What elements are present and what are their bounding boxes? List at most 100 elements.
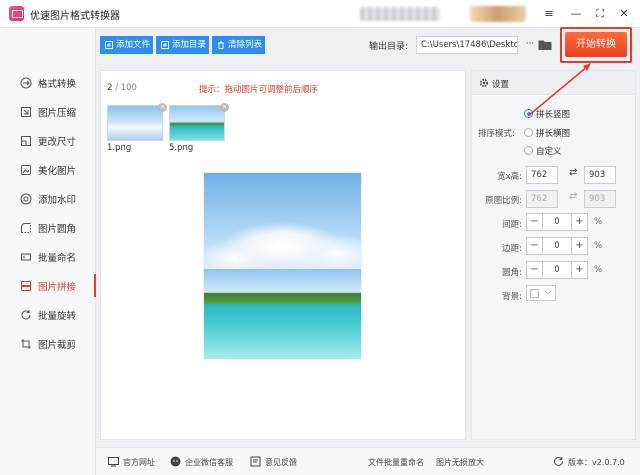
ratio-label: 原图比例:	[485, 196, 522, 206]
sidebar: 格式转换 图片压缩 更改尺寸 美化图片 添加水印 图片圆角 批量命名 图片拼接 …	[0, 28, 96, 475]
sidebar-item-label: 更改尺寸	[38, 136, 77, 148]
format-convert-icon	[20, 77, 32, 88]
add-file-button[interactable]: 添加文件	[100, 36, 153, 54]
sidebar-item-label: 批量旋转	[38, 310, 77, 322]
sidebar-item-compress[interactable]: 图片压缩	[0, 97, 95, 126]
feedback-link[interactable]: 意见反馈	[265, 457, 297, 468]
sidebar-item-crop[interactable]: 图片裁剪	[0, 329, 95, 358]
app-logo-icon	[9, 6, 24, 21]
sidebar-item-resize[interactable]: 更改尺寸	[0, 126, 95, 155]
official-website-link[interactable]: 官方网址	[123, 457, 155, 468]
sort-horizontal-radio[interactable]	[524, 128, 533, 137]
sort-custom-radio[interactable]	[524, 146, 533, 155]
rotate-icon	[21, 309, 31, 319]
lossless-enlarge-link[interactable]: 图片无损放大	[436, 457, 484, 468]
swap-size-icon[interactable]: ⇄	[569, 167, 577, 178]
radius-minus-button[interactable]: −	[527, 262, 543, 278]
browse-more-button[interactable]: ···	[523, 36, 537, 54]
height-input[interactable]: 903	[584, 166, 616, 184]
file-count-value: 2	[107, 83, 113, 93]
radius-plus-button[interactable]: +	[571, 262, 587, 278]
sort-vertical-label: 拼长竖图	[536, 110, 571, 120]
spacing-value[interactable]: 0	[543, 214, 571, 230]
folder-icon[interactable]	[538, 38, 552, 51]
menu-icon[interactable]: ≡	[540, 5, 558, 23]
border-value[interactable]: 0	[543, 238, 571, 254]
size-label: 宽x高:	[497, 172, 522, 182]
version-label: 版本：v2.0.7.0	[568, 458, 625, 467]
remove-file-2-icon[interactable]: ×	[220, 103, 229, 112]
close-icon[interactable]: ✕	[615, 5, 633, 23]
sort-vertical-radio[interactable]	[524, 109, 533, 118]
title-bar: 优速图片格式转换器 ≡ — ⛶ ✕	[0, 0, 640, 28]
status-bar: 官方网址 企业微信客服 意见反馈 文件批量重命名 图片无损放大 版本：v2.0.…	[96, 447, 640, 475]
file-count: 2 / 100	[107, 83, 137, 93]
rounded-corner-icon	[21, 222, 31, 233]
background-color-picker[interactable]: ⌵	[526, 285, 556, 301]
sidebar-item-rename[interactable]: 批量命名	[0, 242, 95, 271]
sidebar-item-label: 添加水印	[38, 194, 77, 206]
stitch-preview	[204, 173, 361, 359]
crop-icon	[21, 338, 31, 349]
clear-list-button[interactable]: 清除列表	[212, 36, 265, 54]
file-name-2: 5.png	[169, 143, 194, 153]
add-file-icon	[105, 41, 113, 49]
sort-horizontal-label: 拼长横图	[536, 129, 571, 139]
spacing-minus-button[interactable]: −	[527, 214, 543, 230]
spacing-stepper[interactable]: − 0 +	[526, 213, 588, 231]
maximize-icon[interactable]: ⛶	[591, 5, 609, 23]
spacing-plus-button[interactable]: +	[571, 214, 587, 230]
preview-sea-image	[204, 269, 361, 359]
beautify-icon	[21, 164, 31, 175]
remove-file-1-icon[interactable]: ×	[158, 103, 167, 112]
settings-title: 设置	[492, 80, 510, 90]
add-folder-icon	[161, 41, 169, 49]
ratio-height-input: 903	[584, 190, 616, 208]
border-minus-button[interactable]: −	[527, 238, 543, 254]
thumbnail-2[interactable]	[169, 105, 225, 141]
sort-custom-label: 自定义	[536, 147, 562, 157]
batch-rename-link[interactable]: 文件批量重命名	[368, 457, 424, 468]
file-list-area[interactable]: 2 / 100 提示：拖动图片可调整前后顺序 × 1.png × 5.png	[100, 70, 466, 440]
width-input[interactable]: 762	[526, 166, 558, 184]
output-dir-input[interactable]: C:\Users\17486\Deskto	[416, 36, 518, 54]
sidebar-item-format-convert[interactable]: 格式转换	[0, 68, 95, 97]
minimize-icon[interactable]: —	[567, 5, 585, 23]
background-label: 背景:	[502, 292, 522, 302]
spacing-unit: %	[594, 217, 603, 227]
add-folder-button[interactable]: 添加目录	[156, 36, 209, 54]
add-file-label: 添加文件	[116, 40, 151, 50]
sidebar-item-label: 图片拼接	[38, 281, 77, 293]
border-unit: %	[594, 241, 603, 251]
sidebar-item-stitch[interactable]: 图片拼接	[0, 271, 96, 300]
blurred-vip-badge	[470, 6, 526, 22]
radius-value[interactable]: 0	[543, 262, 571, 278]
sidebar-item-beautify[interactable]: 美化图片	[0, 155, 95, 184]
border-stepper[interactable]: − 0 +	[526, 237, 588, 255]
add-folder-label: 添加目录	[172, 40, 207, 50]
radius-unit: %	[594, 265, 603, 275]
sidebar-item-label: 图片裁剪	[38, 339, 77, 351]
clear-list-label: 清除列表	[228, 40, 263, 50]
toolbar: 添加文件 添加目录 清除列表 输出目录: C:\Users\17486\Desk…	[100, 36, 638, 56]
thumbnail-1[interactable]	[107, 105, 163, 141]
output-dir-label: 输出目录:	[369, 42, 409, 52]
preview-sky-image	[204, 173, 361, 269]
border-label: 边距:	[502, 244, 522, 254]
wechat-support-link[interactable]: 企业微信客服	[185, 457, 233, 468]
compress-icon	[21, 106, 31, 117]
update-icon	[554, 456, 563, 466]
sidebar-item-rotate[interactable]: 批量旋转	[0, 300, 95, 329]
sidebar-item-rounded-corner[interactable]: 图片圆角	[0, 213, 95, 242]
blurred-account-info	[360, 7, 440, 21]
spacing-label: 间距:	[502, 220, 522, 230]
file-count-total: / 100	[115, 83, 137, 93]
ratio-width-input: 762	[526, 190, 558, 208]
start-convert-button[interactable]: 开始转换	[565, 32, 627, 57]
sidebar-item-watermark[interactable]: 添加水印	[0, 184, 95, 213]
radius-stepper[interactable]: − 0 +	[526, 261, 588, 279]
trash-icon	[218, 41, 224, 49]
rename-icon	[21, 253, 31, 260]
border-plus-button[interactable]: +	[571, 238, 587, 254]
sidebar-item-label: 美化图片	[38, 165, 77, 177]
